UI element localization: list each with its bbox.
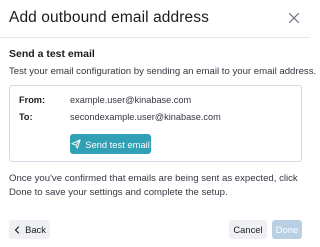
modal-title: Add outbound email address (9, 9, 209, 26)
from-label: From: (19, 95, 46, 105)
test-email-panel: From: example.user@kinabase.com To: seco… (9, 85, 302, 162)
done-button[interactable]: Done (272, 220, 302, 239)
back-button[interactable]: Back (9, 220, 50, 239)
confirmation-note: Once you've confirmed that emails are be… (9, 173, 298, 198)
to-value: secondexample.user@kinabase.com (70, 112, 221, 122)
paper-plane-icon (71, 139, 81, 149)
from-value: example.user@kinabase.com (70, 95, 192, 105)
cancel-button[interactable]: Cancel (229, 220, 267, 239)
to-label: To: (19, 112, 33, 122)
chevron-left-icon (14, 225, 20, 234)
send-test-email-button[interactable]: Send test email (70, 134, 151, 154)
close-button[interactable] (284, 8, 304, 28)
add-outbound-email-modal: Add outbound email address Send a test e… (0, 0, 316, 247)
modal-header: Add outbound email address (0, 0, 310, 38)
back-label: Back (25, 224, 46, 235)
section-description: Test your email configuration by sending… (9, 66, 317, 77)
section-title: Send a test email (9, 48, 95, 60)
send-test-email-label: Send test email (85, 138, 150, 150)
close-icon (288, 12, 300, 24)
